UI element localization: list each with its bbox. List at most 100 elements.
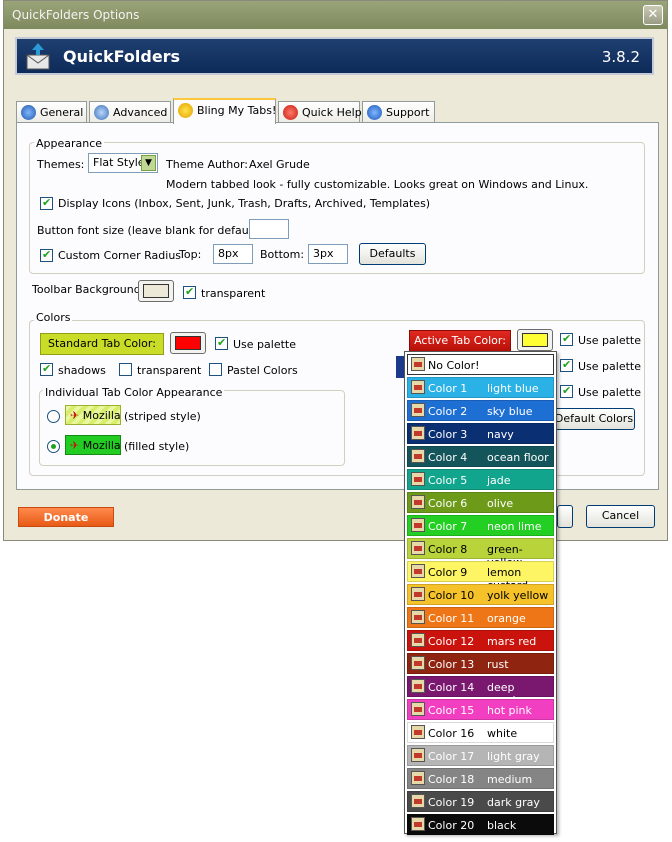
- color-name: neon lime: [487, 520, 542, 533]
- color-number: Color 16: [428, 727, 475, 740]
- color-item[interactable]: Color 7 neon lime: [407, 515, 554, 536]
- color-item[interactable]: Color 19 dark gray: [407, 791, 554, 812]
- color-item[interactable]: Color 15 hot pink: [407, 699, 554, 720]
- bottom-radius-input[interactable]: 3px: [308, 244, 348, 264]
- default-colors-button[interactable]: Default Colors: [553, 408, 635, 430]
- no-color-item[interactable]: No Color!: [407, 354, 554, 375]
- hover-use-palette-checkbox[interactable]: [560, 358, 573, 372]
- mozilla-filled-sample: ✈ Mozilla: [65, 435, 121, 455]
- color-item[interactable]: Color 9lemon custard: [407, 561, 554, 592]
- color-number: Color 4: [428, 451, 468, 464]
- color-name: olive: [487, 497, 514, 510]
- tools-icon: [94, 105, 109, 120]
- font-size-label: Button font size (leave blank for defaul…: [37, 224, 265, 237]
- cancel-button[interactable]: Cancel: [586, 505, 655, 528]
- standard-color-picker[interactable]: [170, 332, 206, 354]
- drag-use-palette-label: Use palette: [578, 386, 641, 399]
- corner-radius-checkbox[interactable]: [40, 248, 53, 262]
- color-name: navy: [487, 428, 514, 441]
- active-color-swatch: [522, 333, 548, 347]
- tab-advanced[interactable]: Advanced: [89, 101, 171, 123]
- palette-icon: [411, 679, 425, 693]
- window-title: QuickFolders Options: [12, 8, 140, 22]
- color-item[interactable]: Color 13 rust: [407, 653, 554, 674]
- palette-icon: [411, 380, 425, 394]
- mozilla-label: Mozilla: [82, 439, 121, 452]
- color-item[interactable]: Color 4 ocean floor: [407, 446, 554, 467]
- app-name: QuickFolders: [63, 47, 181, 66]
- color-item[interactable]: Color 14deep purple: [407, 676, 554, 707]
- theme-description: Modern tabbed look - fully customizable.…: [166, 178, 589, 191]
- color-number: Color 1: [428, 382, 468, 395]
- color-number: Color 19: [428, 796, 475, 809]
- color-name: dark gray: [487, 796, 540, 809]
- palette-icon: [411, 357, 425, 371]
- palette-icon: [411, 403, 425, 417]
- font-size-input[interactable]: [249, 219, 289, 239]
- tab-label: General: [40, 106, 84, 119]
- tab-label: Advanced: [113, 106, 168, 119]
- palette-icon: [411, 426, 425, 440]
- color-item[interactable]: Color 18medium gray: [407, 768, 554, 799]
- tab-label: Bling My Tabs!: [197, 104, 277, 117]
- top-radius-input[interactable]: 8px: [213, 244, 253, 264]
- color-item[interactable]: Color 10 yolk yellow: [407, 584, 554, 605]
- color-item[interactable]: Color 11 orange: [407, 607, 554, 628]
- standard-use-palette-checkbox[interactable]: [215, 336, 228, 350]
- color-number: Color 17: [428, 750, 475, 763]
- color-number: Color 9: [428, 566, 468, 579]
- bling-panel: Appearance Themes: Flat Style ▼ Theme Au…: [16, 122, 659, 490]
- ok-button[interactable]: [557, 505, 573, 528]
- palette-icon: [411, 656, 425, 670]
- palette-icon: [411, 610, 425, 624]
- defaults-button[interactable]: Defaults: [359, 243, 426, 265]
- color-number: Color 3: [428, 428, 468, 441]
- color-item[interactable]: Color 2 sky blue: [407, 400, 554, 421]
- smiley-icon: [178, 103, 193, 118]
- striped-style-radio[interactable]: [47, 410, 60, 423]
- color-number: Color 11: [428, 612, 475, 625]
- standard-use-palette-label: Use palette: [233, 338, 296, 351]
- palette-icon: [411, 794, 425, 808]
- theme-select[interactable]: Flat Style ▼: [88, 153, 158, 173]
- toolbar-color-picker[interactable]: [138, 280, 174, 302]
- mozilla-striped-sample: ✈ Mozilla: [65, 405, 121, 425]
- display-icons-checkbox[interactable]: [40, 196, 53, 210]
- color-name: light blue: [487, 382, 539, 395]
- color-number: Color 5: [428, 474, 468, 487]
- color-item[interactable]: Color 17 light gray: [407, 745, 554, 766]
- active-use-palette-checkbox[interactable]: [560, 332, 573, 346]
- toolbar-transparent-checkbox[interactable]: [183, 285, 196, 299]
- color-item[interactable]: Color 20 black: [407, 814, 554, 835]
- filled-style-label: (filled style): [124, 440, 190, 453]
- folder-icon: ✈: [70, 409, 80, 422]
- color-item[interactable]: Color 16 white: [407, 722, 554, 743]
- donate-button[interactable]: Donate: [18, 507, 114, 527]
- color-item[interactable]: Color 12 mars red: [407, 630, 554, 651]
- palette-icon: [411, 541, 425, 555]
- drag-use-palette-checkbox[interactable]: [560, 384, 573, 398]
- color-item[interactable]: Color 6 olive: [407, 492, 554, 513]
- color-number: Color 18: [428, 773, 475, 786]
- title-bar[interactable]: QuickFolders Options ✕: [4, 1, 667, 29]
- standard-tab-color-preview: Standard Tab Color:: [40, 333, 164, 355]
- color-item[interactable]: Color 8green-yellow: [407, 538, 554, 569]
- active-color-picker[interactable]: [517, 329, 553, 351]
- palette-icon: [411, 587, 425, 601]
- colors-transparent-checkbox[interactable]: [119, 363, 132, 376]
- pastel-colors-checkbox[interactable]: [209, 363, 222, 376]
- shadows-checkbox[interactable]: [40, 362, 53, 376]
- options-window: QuickFolders Options ✕ QuickFolders 3.8.…: [3, 0, 668, 541]
- close-button[interactable]: ✕: [643, 5, 663, 25]
- color-number: Color 15: [428, 704, 475, 717]
- tab-general[interactable]: General: [16, 101, 87, 123]
- color-item[interactable]: Color 1 light blue: [407, 377, 554, 398]
- color-item[interactable]: Color 5 jade: [407, 469, 554, 490]
- color-item[interactable]: Color 3 navy: [407, 423, 554, 444]
- tab-quick-help[interactable]: Quick Help: [278, 101, 362, 123]
- filled-style-radio[interactable]: [47, 440, 60, 453]
- tab-bling-my-tabs[interactable]: Bling My Tabs!: [173, 98, 276, 124]
- appearance-legend: Appearance: [34, 137, 105, 150]
- tab-support[interactable]: Support: [362, 101, 435, 123]
- themes-label: Themes:: [37, 158, 85, 171]
